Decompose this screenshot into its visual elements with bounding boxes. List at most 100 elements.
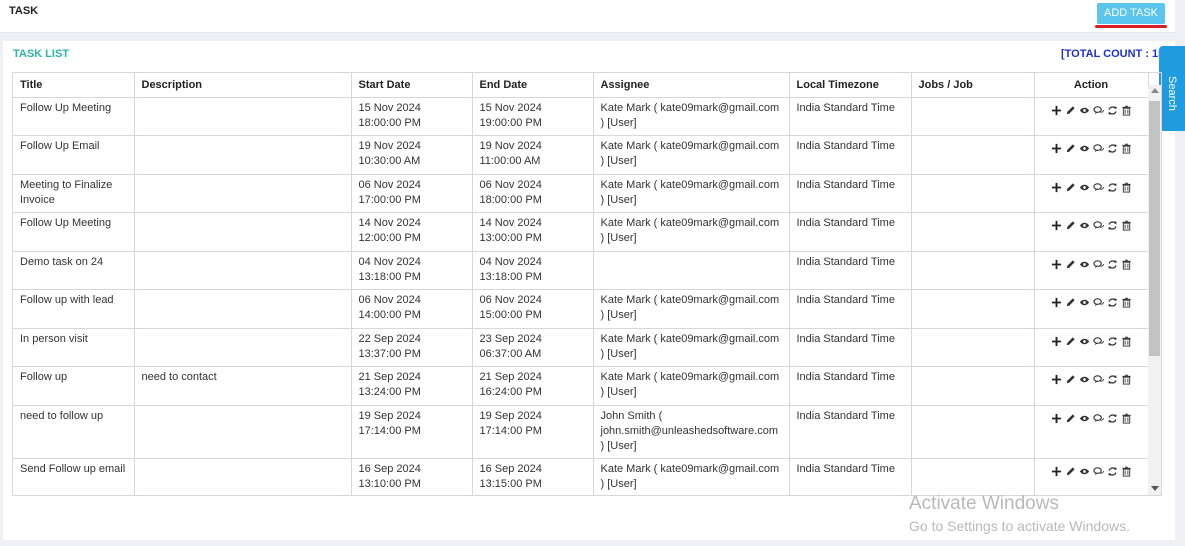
eye-icon[interactable] <box>1079 336 1090 347</box>
comments-icon[interactable] <box>1092 374 1104 385</box>
plus-icon[interactable] <box>1051 297 1062 308</box>
trash-icon[interactable] <box>1121 105 1132 116</box>
cell-timezone: India Standard Time <box>789 212 912 252</box>
trash-icon[interactable] <box>1121 182 1132 193</box>
plus-icon[interactable] <box>1051 374 1062 385</box>
end-time: 11:00:00 AM <box>479 155 541 167</box>
plus-icon[interactable] <box>1051 105 1062 116</box>
col-end-date[interactable]: End Date <box>472 73 594 98</box>
table-row[interactable]: Follow up with lead 06 Nov 2024 14:00:00 … <box>13 289 1149 329</box>
eye-icon[interactable] <box>1079 220 1090 231</box>
refresh-icon[interactable] <box>1107 182 1118 193</box>
plus-icon[interactable] <box>1051 259 1062 270</box>
table-row[interactable]: Follow Up Meeting 14 Nov 2024 12:00:00 PM… <box>13 212 1149 252</box>
col-description[interactable]: Description <box>134 73 352 98</box>
refresh-icon[interactable] <box>1107 105 1118 116</box>
eye-icon[interactable] <box>1079 259 1090 270</box>
eye-icon[interactable] <box>1079 143 1090 154</box>
refresh-icon[interactable] <box>1107 297 1118 308</box>
refresh-icon[interactable] <box>1107 413 1118 424</box>
comments-icon[interactable] <box>1092 105 1104 116</box>
eye-icon[interactable] <box>1079 413 1090 424</box>
comments-icon[interactable] <box>1092 336 1104 347</box>
eye-icon[interactable] <box>1079 105 1090 116</box>
comments-icon[interactable] <box>1092 143 1104 154</box>
scroll-down-arrow[interactable] <box>1151 486 1159 491</box>
comments-icon[interactable] <box>1092 466 1104 477</box>
cell-description <box>134 212 352 252</box>
col-assignee[interactable]: Assignee <box>593 73 790 98</box>
pencil-icon[interactable] <box>1065 374 1076 385</box>
refresh-icon[interactable] <box>1107 259 1118 270</box>
pencil-icon[interactable] <box>1065 336 1076 347</box>
col-jobs[interactable]: Jobs / Job <box>911 73 1035 98</box>
comments-icon[interactable] <box>1092 220 1104 231</box>
trash-icon[interactable] <box>1121 143 1132 154</box>
pencil-icon[interactable] <box>1065 259 1076 270</box>
trash-icon[interactable] <box>1121 336 1132 347</box>
refresh-icon[interactable] <box>1107 336 1118 347</box>
end-time: 17:14:00 PM <box>479 424 542 437</box>
cell-jobs <box>911 289 1035 329</box>
table-row[interactable]: need to follow up 19 Sep 2024 17:14:00 PM… <box>13 405 1149 459</box>
plus-icon[interactable] <box>1051 413 1062 424</box>
end-date: 19 Sep 2024 <box>479 409 542 422</box>
action-icons <box>1042 293 1141 308</box>
table-row[interactable]: Follow Up Email 19 Nov 2024 10:30:00 AM 1… <box>13 135 1149 175</box>
scroll-up-arrow[interactable] <box>1151 88 1159 93</box>
trash-icon[interactable] <box>1121 220 1132 231</box>
plus-icon[interactable] <box>1051 143 1062 154</box>
table-row[interactable]: In person visit 22 Sep 2024 13:37:00 PM 2… <box>13 328 1149 367</box>
end-date: 15 Nov 2024 <box>479 101 542 114</box>
trash-icon[interactable] <box>1121 297 1132 308</box>
col-local-timezone[interactable]: Local Timezone <box>789 73 912 98</box>
table-row[interactable]: Follow Up Meeting 15 Nov 2024 18:00:00 PM… <box>13 97 1149 136</box>
refresh-icon[interactable] <box>1107 374 1118 385</box>
col-title[interactable]: Title <box>13 73 135 98</box>
plus-icon[interactable] <box>1051 220 1062 231</box>
scrollbar-thumb[interactable] <box>1149 101 1160 356</box>
cell-start-date: 06 Nov 2024 17:00:00 PM <box>351 174 473 213</box>
refresh-icon[interactable] <box>1107 220 1118 231</box>
pencil-icon[interactable] <box>1065 143 1076 154</box>
pencil-icon[interactable] <box>1065 413 1076 424</box>
cell-assignee: Kate Mark ( kate09mark@gmail.com) [User] <box>593 289 790 329</box>
trash-icon[interactable] <box>1121 374 1132 385</box>
start-date: 16 Sep 2024 <box>358 462 421 475</box>
eye-icon[interactable] <box>1079 466 1090 477</box>
pencil-icon[interactable] <box>1065 297 1076 308</box>
comments-icon[interactable] <box>1092 259 1104 270</box>
eye-icon[interactable] <box>1079 374 1090 385</box>
table-row[interactable]: Send Follow up email 16 Sep 2024 13:10:00… <box>13 458 1149 495</box>
table-row[interactable]: Follow up need to contact 21 Sep 2024 13:… <box>13 366 1149 406</box>
comments-icon[interactable] <box>1092 297 1104 308</box>
trash-icon[interactable] <box>1121 259 1132 270</box>
cell-timezone: India Standard Time <box>789 289 912 329</box>
add-task-button[interactable]: ADD TASK <box>1097 3 1165 24</box>
trash-icon[interactable] <box>1121 466 1132 477</box>
search-tab[interactable]: Search <box>1159 46 1185 131</box>
comments-icon[interactable] <box>1092 182 1104 193</box>
refresh-icon[interactable] <box>1107 466 1118 477</box>
cell-action <box>1034 366 1149 406</box>
pencil-icon[interactable] <box>1065 220 1076 231</box>
eye-icon[interactable] <box>1079 182 1090 193</box>
col-start-date[interactable]: Start Date <box>351 73 473 98</box>
refresh-icon[interactable] <box>1107 143 1118 154</box>
plus-icon[interactable] <box>1051 336 1062 347</box>
assignee-line: Kate Mark ( kate09mark@gmail.com <box>600 101 780 114</box>
cell-description <box>134 458 352 495</box>
table-row[interactable]: Meeting to Finalize Invoice 06 Nov 2024 1… <box>13 174 1149 213</box>
pencil-icon[interactable] <box>1065 466 1076 477</box>
pencil-icon[interactable] <box>1065 105 1076 116</box>
trash-icon[interactable] <box>1121 413 1132 424</box>
plus-icon[interactable] <box>1051 182 1062 193</box>
start-time: 17:14:00 PM <box>358 424 421 437</box>
action-icons <box>1042 101 1141 116</box>
table-row[interactable]: Demo task on 24 04 Nov 2024 13:18:00 PM 0… <box>13 251 1149 290</box>
eye-icon[interactable] <box>1079 297 1090 308</box>
comments-icon[interactable] <box>1092 413 1104 424</box>
pencil-icon[interactable] <box>1065 182 1076 193</box>
plus-icon[interactable] <box>1051 466 1062 477</box>
cell-title: Meeting to Finalize Invoice <box>13 174 135 213</box>
